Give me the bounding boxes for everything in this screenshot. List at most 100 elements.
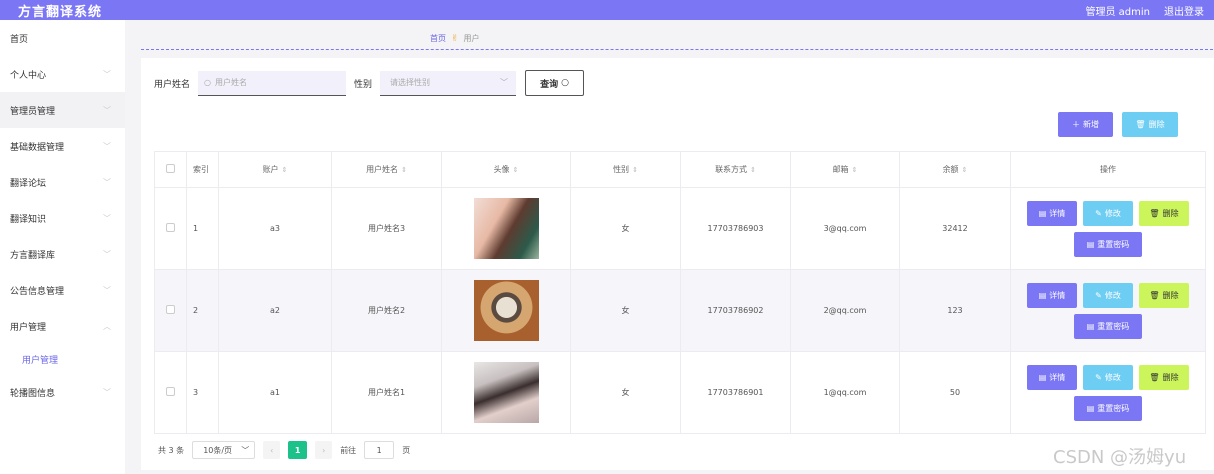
avatar[interactable]: [473, 362, 539, 423]
sidebar: 首页 个人中心 ﹀ 管理员管理 ﹀ 基础数据管理 ﹀ 翻译论坛 ﹀ 翻译知识 ﹀ 方言翻译…: [0, 20, 125, 474]
cell-name: 用户姓名2: [331, 269, 442, 352]
sort-icon: ⇕: [961, 166, 968, 174]
sidebar-subitem-user-management[interactable]: 用户管理: [0, 344, 125, 374]
row-checkbox[interactable]: [154, 269, 187, 352]
row-checkbox[interactable]: [154, 351, 187, 434]
document-icon: ▤: [1086, 321, 1095, 331]
sort-icon: ⇕: [281, 166, 288, 174]
col-name[interactable]: 用户姓名 ⇕: [331, 151, 442, 188]
cell-balance: 123: [899, 269, 1011, 352]
sidebar-item-notice[interactable]: 公告信息管理 ﹀: [0, 272, 125, 308]
delete-button[interactable]: 🗑 删除: [1122, 112, 1178, 137]
avatar[interactable]: [473, 198, 539, 259]
cell-email: 3@qq.com: [790, 187, 900, 270]
detail-button[interactable]: ▤ 详情: [1027, 200, 1077, 226]
prev-page-button[interactable]: ‹: [263, 441, 281, 459]
remove-button[interactable]: 🗑 删除: [1139, 282, 1189, 308]
remove-button[interactable]: 🗑 删除: [1139, 200, 1189, 226]
col-balance[interactable]: 余额 ⇕: [899, 151, 1011, 188]
cell-account: a3: [218, 187, 332, 270]
cell-balance: 50: [899, 351, 1011, 434]
edit-button[interactable]: ✎ 修改: [1083, 282, 1133, 308]
col-email[interactable]: 邮箱 ⇕: [790, 151, 900, 188]
trash-icon: 🗑: [1149, 208, 1160, 218]
sidebar-item-users[interactable]: 用户管理 ︿: [0, 308, 125, 344]
col-account[interactable]: 账户 ⇕: [218, 151, 332, 188]
hand-icon: ✌: [451, 33, 459, 44]
cell-index: 1: [186, 187, 219, 270]
edit-button[interactable]: ✎ 修改: [1083, 364, 1133, 390]
sidebar-item-home[interactable]: 首页: [0, 20, 125, 56]
reset-password-button[interactable]: ▤ 重置密码: [1074, 395, 1142, 421]
chevron-down-icon: ﹀: [103, 213, 111, 223]
trash-icon: 🗑: [1149, 290, 1160, 300]
name-label: 用户姓名: [154, 79, 191, 90]
col-avatar[interactable]: 头像 ⇕: [441, 151, 571, 188]
page-size-select[interactable]: 10条/页 ﹀: [192, 441, 256, 459]
sidebar-item-forum[interactable]: 翻译论坛 ﹀: [0, 164, 125, 200]
row-checkbox[interactable]: [154, 187, 187, 270]
gender-select[interactable]: 请选择性别 ﹀: [380, 70, 517, 96]
sidebar-item-carousel[interactable]: 轮播图信息 ﹀: [0, 374, 125, 410]
search-icon: ○: [561, 78, 569, 88]
document-icon: ▤: [1038, 208, 1047, 218]
detail-button[interactable]: ▤ 详情: [1027, 364, 1077, 390]
col-actions: 操作: [1010, 151, 1206, 188]
select-all-checkbox[interactable]: [154, 151, 187, 188]
sort-icon: ⇕: [401, 166, 407, 174]
sidebar-item-knowledge[interactable]: 翻译知识 ﹀: [0, 200, 125, 236]
avatar[interactable]: [473, 280, 539, 341]
search-icon: ○: [204, 78, 211, 87]
query-button[interactable]: 查询 ○: [525, 70, 585, 96]
pagination-total: 共 3 条: [158, 445, 185, 455]
document-icon: ▤: [1038, 290, 1047, 300]
watermark: CSDN @汤姆yu: [1053, 447, 1187, 468]
col-phone[interactable]: 联系方式 ⇕: [680, 151, 791, 188]
chevron-down-icon: ﹀: [103, 141, 111, 151]
col-index: 索引: [186, 151, 219, 188]
cell-balance: 32412: [899, 187, 1011, 270]
dashed-divider: [141, 49, 1213, 50]
add-button[interactable]: ＋ 新增: [1058, 112, 1113, 137]
users-table: 索引 账户 ⇕ 用户姓名 ⇕ 头像 ⇕ 性别 ⇕ 联系方式 ⇕ 邮箱 ⇕ 余额 ⇕ 操作 1 …: [154, 151, 1206, 434]
chevron-down-icon: ﹀: [103, 285, 111, 295]
cell-index: 2: [186, 269, 219, 352]
goto-label: 前往: [340, 445, 357, 455]
pencil-icon: ✎: [1095, 208, 1102, 218]
pencil-icon: ✎: [1095, 290, 1102, 300]
sidebar-item-dialect-library[interactable]: 方言翻译库 ﹀: [0, 236, 125, 272]
detail-button[interactable]: ▤ 详情: [1027, 282, 1077, 308]
page-number-button[interactable]: 1: [288, 441, 308, 459]
sidebar-item-profile[interactable]: 个人中心 ﹀: [0, 56, 125, 92]
cell-gender: 女: [570, 187, 681, 270]
document-icon: ▤: [1086, 239, 1095, 249]
document-icon: ▤: [1086, 403, 1095, 413]
trash-icon: 🗑: [1149, 372, 1160, 382]
table-row: 3 a1 用户姓名1 女 17703786901 1@qq.com 50 ▤ 详情…: [154, 351, 1206, 434]
next-page-button[interactable]: ›: [315, 441, 333, 459]
col-gender[interactable]: 性别 ⇕: [570, 151, 681, 188]
logout-link[interactable]: 退出登录: [1164, 3, 1204, 18]
sort-icon: ⇕: [632, 166, 638, 174]
breadcrumb-home[interactable]: 首页: [430, 33, 446, 44]
goto-page-input[interactable]: 1: [364, 441, 395, 459]
cell-phone: 17703786903: [680, 187, 791, 270]
sidebar-item-admin[interactable]: 管理员管理 ﹀: [0, 92, 125, 128]
remove-button[interactable]: 🗑 删除: [1139, 364, 1189, 390]
sort-icon: ⇕: [851, 166, 858, 174]
sidebar-item-base-data[interactable]: 基础数据管理 ﹀: [0, 128, 125, 164]
cell-phone: 17703786901: [680, 351, 791, 434]
chevron-down-icon: ﹀: [103, 387, 111, 397]
cell-avatar: [441, 269, 571, 352]
reset-password-button[interactable]: ▤ 重置密码: [1074, 231, 1142, 257]
sort-icon: ⇕: [512, 166, 519, 174]
pencil-icon: ✎: [1095, 372, 1102, 382]
name-search-input[interactable]: ○ 用户姓名: [198, 70, 347, 96]
edit-button[interactable]: ✎ 修改: [1083, 200, 1133, 226]
cell-account: a2: [218, 269, 332, 352]
reset-password-button[interactable]: ▤ 重置密码: [1074, 313, 1142, 339]
admin-label[interactable]: 管理员 admin: [1085, 3, 1150, 18]
plus-icon: ＋: [1072, 120, 1080, 129]
content-panel: 用户姓名 ○ 用户姓名 性别 请选择性别 ﹀ 查询 ○ ＋ 新增 🗑 删除 索引…: [141, 58, 1214, 470]
sort-icon: ⇕: [750, 166, 756, 174]
